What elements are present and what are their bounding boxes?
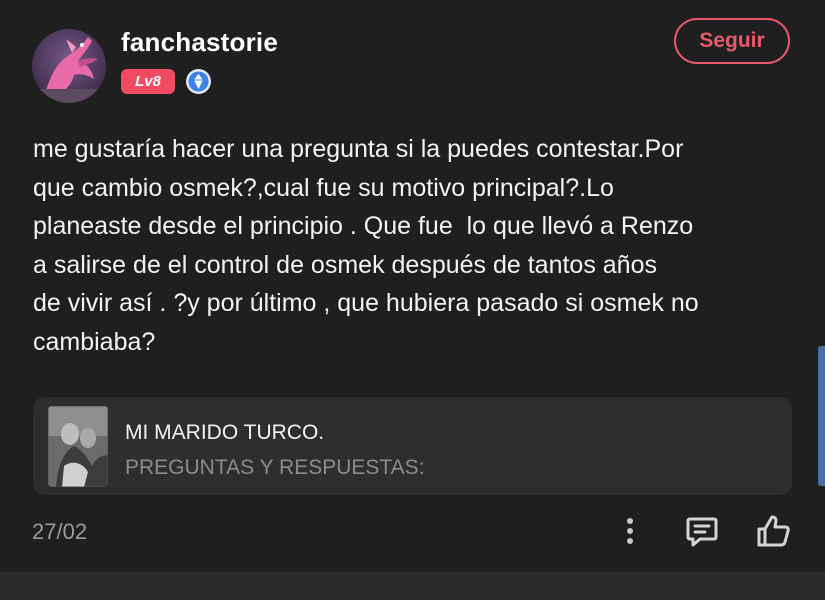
- diamond-verified-icon: [185, 68, 212, 95]
- next-item-divider: [0, 572, 825, 600]
- comment-reply-icon[interactable]: [684, 513, 720, 549]
- comment-date: 27/02: [32, 519, 88, 544]
- more-vertical-icon[interactable]: [618, 514, 642, 548]
- story-title: MI MARIDO TURCO.: [125, 421, 325, 444]
- username[interactable]: fanchastorie: [121, 27, 278, 58]
- avatar[interactable]: [32, 29, 106, 103]
- story-chapter-title: PREGUNTAS Y RESPUESTAS:: [125, 456, 425, 479]
- comment-text: me gustaría hacer una pregunta si la pue…: [33, 135, 699, 356]
- story-cover-image: [48, 406, 108, 487]
- thumbs-up-icon[interactable]: [754, 512, 792, 550]
- story-link-card[interactable]: MI MARIDO TURCO. PREGUNTAS Y RESPUESTAS:: [33, 397, 792, 495]
- level-badge: Lv8: [121, 69, 175, 94]
- scrollbar-thumb[interactable]: [818, 346, 825, 486]
- comment-card: fanchastorie Lv8 Seguir me gustaría hace…: [0, 0, 825, 572]
- follow-button[interactable]: Seguir: [674, 18, 790, 64]
